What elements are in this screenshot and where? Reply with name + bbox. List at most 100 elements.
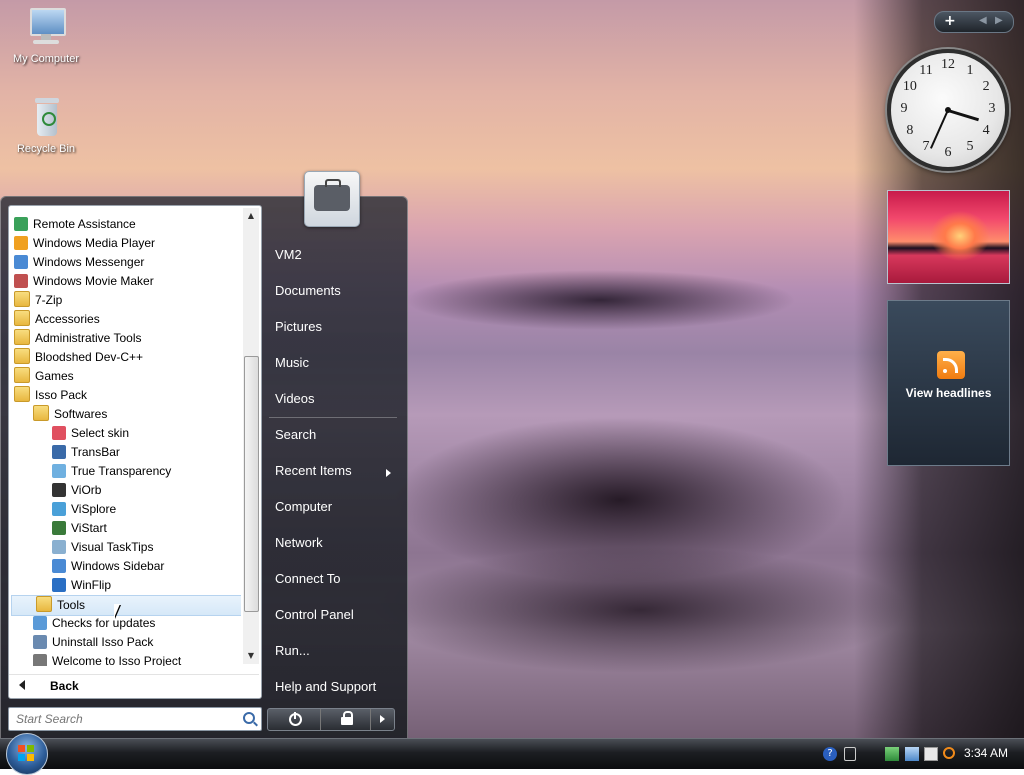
shutdown-button[interactable]	[268, 709, 320, 730]
menu-separator	[269, 417, 397, 418]
winflip-icon	[52, 578, 66, 592]
program-label: Windows Movie Maker	[33, 274, 154, 288]
clock-minute-hand	[930, 109, 949, 149]
folder-icon	[33, 405, 49, 421]
scrollbar-thumb[interactable]	[244, 356, 259, 612]
start-menu-link[interactable]: Control Panel	[275, 607, 354, 622]
start-menu-link[interactable]: Help and Support	[275, 679, 376, 694]
start-menu-link[interactable]: Music	[275, 355, 309, 370]
lock-button[interactable]	[320, 709, 371, 730]
clock-time[interactable]: 3:34 AM	[964, 746, 1008, 760]
search-icon[interactable]	[943, 747, 955, 759]
feed-headlines-gadget[interactable]: View headlines	[887, 300, 1010, 466]
power-options-button[interactable]	[370, 709, 395, 730]
program-item[interactable]: Accessories	[9, 310, 100, 329]
start-menu-link[interactable]: Search	[275, 427, 316, 442]
user-picture[interactable]	[304, 171, 360, 227]
slideshow-gadget[interactable]	[887, 190, 1010, 284]
start-menu-link[interactable]: Run...	[275, 643, 310, 658]
program-item[interactable]: Remote Assistance	[9, 215, 136, 234]
program-item[interactable]: Uninstall Isso Pack	[9, 633, 153, 652]
scroll-up-icon[interactable]: ▲	[243, 208, 259, 224]
program-label: Windows Sidebar	[71, 559, 165, 573]
start-menu-link[interactable]: Recent Items	[275, 463, 352, 478]
program-item[interactable]: 7-Zip	[9, 291, 62, 310]
program-label: Tools	[57, 598, 86, 612]
desktop-icon-recycle-bin[interactable]: Recycle Bin	[1, 96, 91, 155]
program-label: Visual TaskTips	[71, 540, 154, 554]
clock-numeral: 10	[902, 79, 917, 94]
update-icon	[33, 616, 47, 630]
media-player-icon	[14, 236, 28, 250]
suitcase-icon	[314, 179, 350, 211]
scroll-down-icon[interactable]: ▼	[243, 648, 259, 664]
start-search-input[interactable]	[14, 711, 238, 727]
program-list-scrollbar[interactable]: ▲ ▼	[243, 208, 259, 664]
back-label: Back	[50, 679, 79, 693]
start-button[interactable]	[6, 733, 48, 775]
program-item[interactable]: Isso Pack	[9, 386, 87, 405]
document-icon[interactable]	[924, 747, 938, 761]
back-button[interactable]: Back	[9, 674, 259, 697]
start-menu-link[interactable]: VM2	[275, 247, 302, 262]
program-item[interactable]: ViSplore	[9, 500, 116, 519]
add-gadget-button[interactable]: +	[944, 13, 956, 29]
clock-numeral: 9	[900, 101, 908, 116]
display-icon[interactable]	[905, 747, 919, 761]
program-item[interactable]: Windows Media Player	[9, 234, 155, 253]
program-item[interactable]: Tools	[11, 595, 241, 616]
start-menu-link[interactable]: Network	[275, 535, 323, 550]
program-item[interactable]: Welcome to Isso Project	[9, 652, 181, 666]
program-item[interactable]: TransBar	[9, 443, 120, 462]
program-item[interactable]: Games	[9, 367, 74, 386]
program-label: Checks for updates	[52, 616, 156, 630]
start-menu-link[interactable]: Computer	[275, 499, 332, 514]
program-item[interactable]: Windows Movie Maker	[9, 272, 154, 291]
program-item[interactable]: Softwares	[9, 405, 107, 424]
program-item[interactable]: ViOrb	[9, 481, 101, 500]
chevron-right-icon	[380, 715, 385, 723]
previous-icon[interactable]: ◀	[979, 15, 987, 26]
recycle-bin-icon	[24, 96, 68, 140]
program-label: True Transparency	[71, 464, 172, 478]
desktop-icon-label: My Computer	[12, 53, 80, 65]
start-menu-link[interactable]: Videos	[275, 391, 315, 406]
program-label: Games	[35, 369, 74, 383]
program-item[interactable]: Bloodshed Dev-C++	[9, 348, 143, 367]
program-item[interactable]: Windows Sidebar	[9, 557, 164, 576]
program-item[interactable]: Select skin	[9, 424, 129, 443]
program-label: Softwares	[54, 407, 108, 421]
program-item[interactable]: Visual TaskTips	[9, 538, 153, 557]
program-item[interactable]: WinFlip	[9, 576, 111, 595]
notification-icon[interactable]	[844, 747, 856, 761]
clock-gadget[interactable]: 12 1 2 3 4 5 6 7 8 9 10 11	[887, 49, 1009, 171]
program-item[interactable]: Checks for updates	[9, 614, 155, 633]
help-icon[interactable]: ?	[823, 747, 837, 761]
program-label: 7-Zip	[35, 293, 63, 307]
network-icon[interactable]	[885, 747, 899, 761]
program-item[interactable]: ViStart	[9, 519, 107, 538]
program-item[interactable]: Administrative Tools	[9, 329, 142, 348]
start-menu-link[interactable]: Documents	[275, 283, 341, 298]
program-label: Select skin	[71, 426, 130, 440]
program-item[interactable]: Windows Messenger	[9, 253, 144, 272]
start-menu-link[interactable]: Connect To	[275, 571, 341, 586]
program-list: Remote Assistance Windows Media Player Win…	[9, 206, 241, 666]
power-icon	[289, 712, 302, 726]
submenu-arrow-icon	[386, 469, 391, 477]
visual-tasktips-icon	[52, 540, 66, 554]
clock-hour-hand	[947, 108, 980, 121]
desktop-icon-my-computer[interactable]: My Computer	[1, 6, 91, 65]
start-search-box[interactable]	[8, 707, 262, 731]
program-label: ViOrb	[71, 483, 102, 497]
program-label: ViStart	[71, 521, 107, 535]
clock-numeral: 6	[944, 145, 952, 160]
search-icon[interactable]	[243, 712, 255, 724]
start-menu-link[interactable]: Pictures	[275, 319, 322, 334]
next-icon[interactable]: ▶	[995, 15, 1003, 26]
mouse-cursor-icon	[114, 604, 120, 618]
lock-icon	[341, 711, 353, 725]
program-item[interactable]: True Transparency	[9, 462, 171, 481]
desktop-icon-label: Recycle Bin	[16, 143, 76, 155]
all-programs-pane: Remote Assistance Windows Media Player Win…	[8, 205, 262, 699]
